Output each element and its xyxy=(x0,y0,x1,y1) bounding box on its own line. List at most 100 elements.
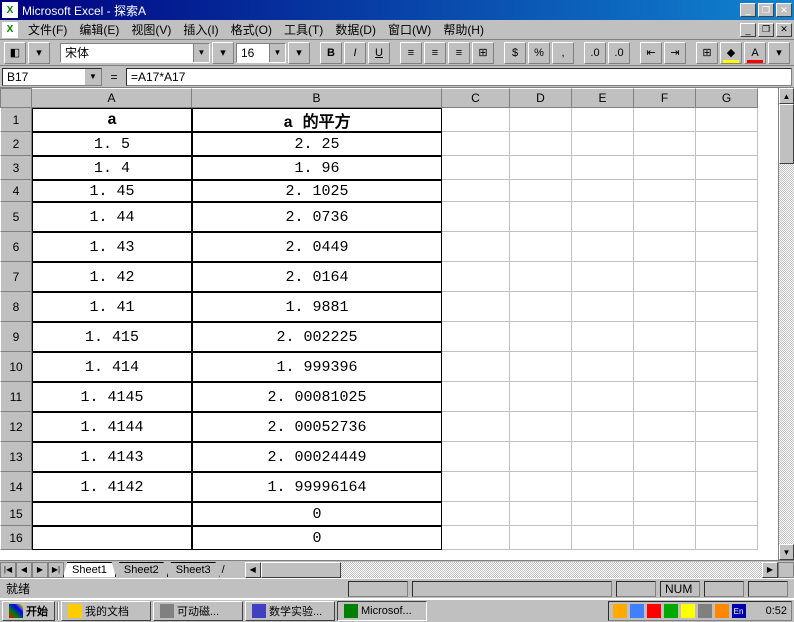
cell[interactable]: 1. 44 xyxy=(32,202,192,232)
row-header[interactable]: 10 xyxy=(0,352,32,382)
menu-insert[interactable]: 插入(I) xyxy=(177,19,224,40)
cell[interactable] xyxy=(696,442,758,472)
cell[interactable]: 2. 0736 xyxy=(192,202,442,232)
cell[interactable] xyxy=(442,526,510,550)
tray-icon[interactable] xyxy=(715,604,729,618)
cell[interactable]: 1. 96 xyxy=(192,156,442,180)
column-header[interactable]: E xyxy=(572,88,634,108)
tray-icon[interactable] xyxy=(613,604,627,618)
cell[interactable] xyxy=(572,202,634,232)
tray-icon[interactable] xyxy=(647,604,661,618)
cell[interactable] xyxy=(510,108,572,132)
cell[interactable] xyxy=(442,292,510,322)
tray-icon[interactable] xyxy=(749,604,763,618)
cell[interactable] xyxy=(572,292,634,322)
menu-data[interactable]: 数据(D) xyxy=(329,19,382,40)
cell[interactable]: 1. 99996164 xyxy=(192,472,442,502)
cell[interactable] xyxy=(696,132,758,156)
tray-icon[interactable] xyxy=(698,604,712,618)
cell[interactable] xyxy=(696,382,758,412)
cell[interactable] xyxy=(634,322,696,352)
cell[interactable] xyxy=(510,232,572,262)
italic-button[interactable]: I xyxy=(344,42,366,64)
cell[interactable] xyxy=(572,472,634,502)
cell[interactable]: 1. 9881 xyxy=(192,292,442,322)
row-header[interactable]: 3 xyxy=(0,156,32,180)
system-tray[interactable]: En 0:52 xyxy=(608,601,792,621)
scroll-track[interactable] xyxy=(779,104,794,544)
cell[interactable] xyxy=(442,262,510,292)
cell[interactable] xyxy=(510,352,572,382)
ime-icon[interactable]: En xyxy=(732,604,746,618)
cell[interactable] xyxy=(696,202,758,232)
cell[interactable] xyxy=(510,526,572,550)
cell[interactable]: 1. 41 xyxy=(32,292,192,322)
row-header[interactable]: 2 xyxy=(0,132,32,156)
cell[interactable] xyxy=(634,180,696,202)
underline-button[interactable]: U xyxy=(368,42,390,64)
cell[interactable] xyxy=(572,262,634,292)
cell[interactable] xyxy=(696,472,758,502)
doc-restore-button[interactable]: ❐ xyxy=(758,23,774,37)
toolbar-button[interactable]: ▾ xyxy=(28,42,50,64)
row-header[interactable]: 9 xyxy=(0,322,32,352)
name-box[interactable]: B17 ▼ xyxy=(2,68,102,86)
menu-view[interactable]: 视图(V) xyxy=(125,19,177,40)
cell[interactable]: 1. 45 xyxy=(32,180,192,202)
cell[interactable] xyxy=(696,322,758,352)
font-color-button[interactable]: A xyxy=(744,42,766,64)
fill-color-button[interactable]: ◆ xyxy=(720,42,742,64)
cell[interactable]: 2. 002225 xyxy=(192,322,442,352)
row-header[interactable]: 13 xyxy=(0,442,32,472)
cell[interactable]: 1. 4145 xyxy=(32,382,192,412)
cell[interactable] xyxy=(32,502,192,526)
doc-close-button[interactable]: ✕ xyxy=(776,23,792,37)
start-button[interactable]: 开始 xyxy=(2,601,55,621)
menu-edit[interactable]: 编辑(E) xyxy=(73,19,125,40)
cell[interactable] xyxy=(696,156,758,180)
row-header[interactable]: 15 xyxy=(0,502,32,526)
column-header[interactable]: A xyxy=(32,88,192,108)
cell[interactable] xyxy=(442,412,510,442)
cell[interactable] xyxy=(572,382,634,412)
cell[interactable] xyxy=(442,202,510,232)
tray-icon[interactable] xyxy=(630,604,644,618)
vertical-scrollbar[interactable]: ▲ ▼ xyxy=(778,88,794,560)
scroll-left-button[interactable]: ◀ xyxy=(245,562,261,578)
cell[interactable] xyxy=(634,412,696,442)
font-selector[interactable]: 宋体 ▼ xyxy=(60,43,210,63)
cell[interactable]: 2. 0449 xyxy=(192,232,442,262)
cell[interactable] xyxy=(572,132,634,156)
cell[interactable]: 2. 0164 xyxy=(192,262,442,292)
decrease-indent-button[interactable]: ⇤ xyxy=(640,42,662,64)
cell[interactable]: a 的平方 xyxy=(192,108,442,132)
cell[interactable] xyxy=(634,202,696,232)
cell[interactable] xyxy=(696,108,758,132)
tab-next-button[interactable]: ▶ xyxy=(32,562,48,578)
cell[interactable] xyxy=(634,382,696,412)
merge-button[interactable]: ⊞ xyxy=(472,42,494,64)
cell[interactable] xyxy=(442,352,510,382)
toolbar-button[interactable]: ◧ xyxy=(4,42,26,64)
row-header[interactable]: 6 xyxy=(0,232,32,262)
tray-icon[interactable] xyxy=(664,604,678,618)
minimize-button[interactable]: _ xyxy=(740,3,756,17)
cell[interactable] xyxy=(634,132,696,156)
cell[interactable] xyxy=(634,352,696,382)
row-header[interactable]: 11 xyxy=(0,382,32,412)
chevron-down-icon[interactable]: ▼ xyxy=(269,44,285,62)
cell[interactable] xyxy=(510,472,572,502)
menu-file[interactable]: 文件(F) xyxy=(22,19,73,40)
cell[interactable]: 1. 4 xyxy=(32,156,192,180)
cell[interactable]: 1. 5 xyxy=(32,132,192,156)
cell[interactable]: 1. 4143 xyxy=(32,442,192,472)
increase-indent-button[interactable]: ⇥ xyxy=(664,42,686,64)
cell[interactable] xyxy=(510,442,572,472)
bold-button[interactable]: B xyxy=(320,42,342,64)
cell[interactable] xyxy=(510,502,572,526)
column-header[interactable]: D xyxy=(510,88,572,108)
align-center-button[interactable]: ≡ xyxy=(424,42,446,64)
cell[interactable] xyxy=(442,232,510,262)
maximize-button[interactable]: ❐ xyxy=(758,3,774,17)
cell[interactable] xyxy=(442,132,510,156)
